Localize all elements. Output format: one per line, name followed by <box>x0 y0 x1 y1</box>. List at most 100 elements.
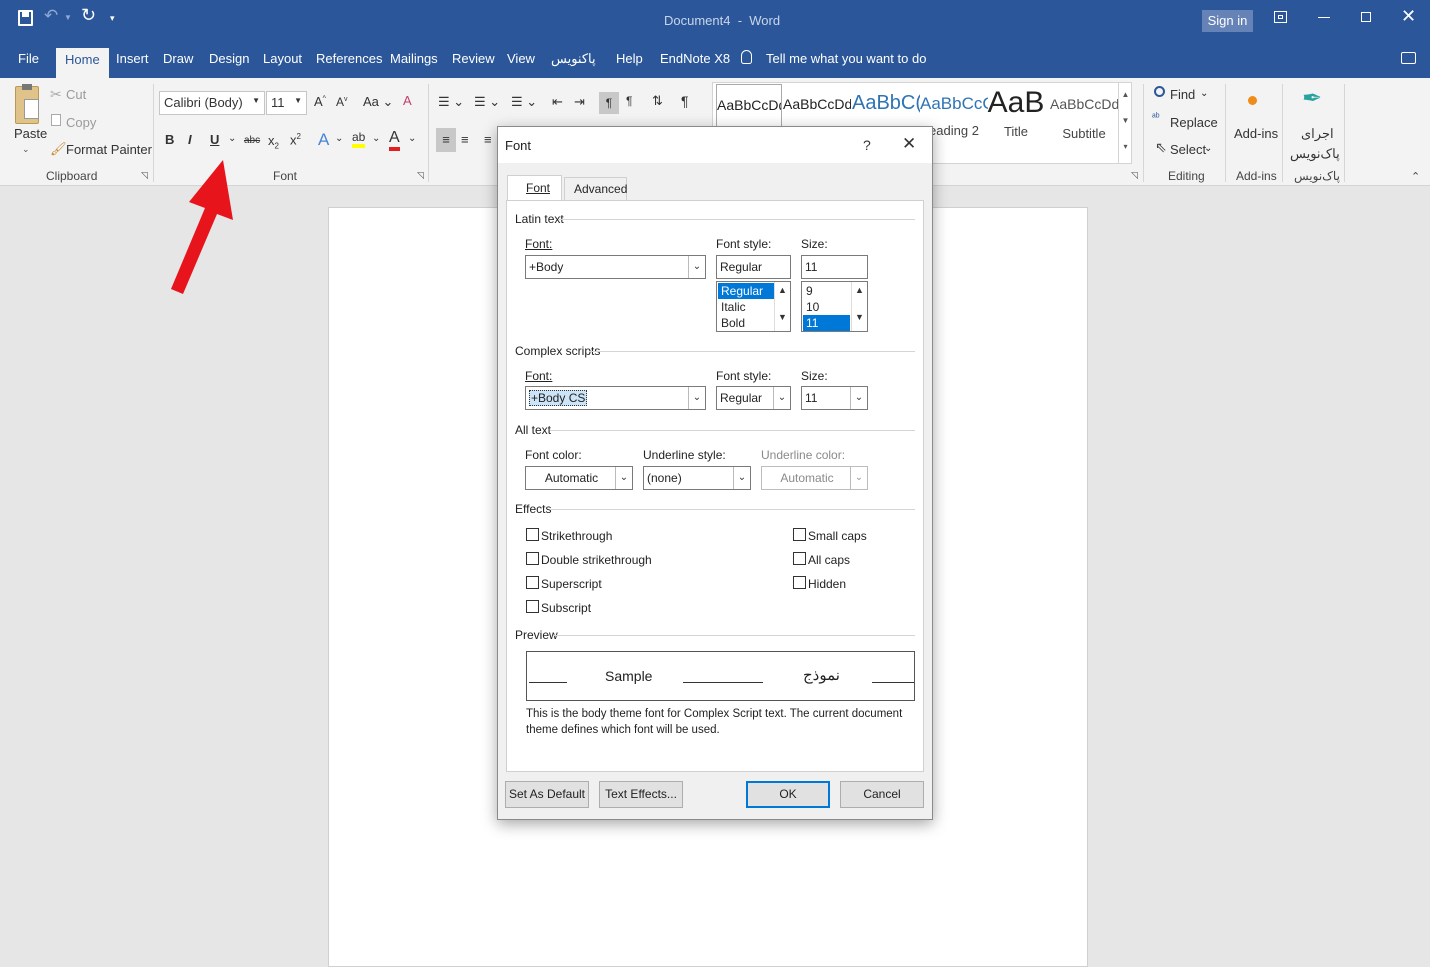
scrollbar[interactable]: ▲ ▼ <box>851 282 867 331</box>
comments-icon[interactable] <box>1401 52 1416 64</box>
small-caps-checkbox[interactable] <box>793 528 806 541</box>
show-marks-icon[interactable]: ¶ <box>681 93 689 109</box>
text-effects-icon[interactable]: A <box>318 130 329 150</box>
style-subtitle[interactable]: AaBbCcDd Subtitle <box>1050 84 1118 162</box>
copy-icon[interactable] <box>51 114 61 126</box>
set-as-default-button[interactable]: Set As Default <box>505 781 589 808</box>
font-name-combo[interactable]: Calibri (Body) ▼ <box>159 91 265 115</box>
latin-style-list[interactable]: Regular Italic Bold ▲ ▼ <box>716 281 791 332</box>
cut-button[interactable]: Cut <box>66 87 86 102</box>
align-right-icon[interactable]: ≡ <box>484 132 492 147</box>
replace-button[interactable]: Replace <box>1170 115 1218 130</box>
paste-button[interactable]: Paste <box>14 126 47 141</box>
shrink-font-icon[interactable]: Av <box>336 95 348 109</box>
cs-font-select[interactable]: +Body CS ⌄ <box>525 386 706 410</box>
tab-mailings[interactable]: Mailings <box>390 51 438 66</box>
tab-paknevis[interactable]: پاکنویس <box>551 51 596 67</box>
tab-file[interactable]: File <box>18 51 39 66</box>
bold-icon[interactable]: B <box>165 132 174 147</box>
paknevis-run-button[interactable]: اجرای <box>1301 126 1334 142</box>
list-item[interactable]: Regular <box>718 283 774 299</box>
tab-design[interactable]: Design <box>209 51 249 66</box>
undo-icon[interactable]: ↶ <box>44 6 58 26</box>
highlight-dropdown-icon[interactable]: ⌄ <box>372 133 380 144</box>
list-item[interactable]: 11 <box>803 315 850 331</box>
minimize-icon[interactable] <box>1318 17 1330 18</box>
double-strikethrough-label[interactable]: Double strikethrough <box>541 553 652 567</box>
latin-size-list[interactable]: 9 10 11 ▲ ▼ <box>801 281 868 332</box>
ribbon-display-options-icon[interactable] <box>1274 11 1287 23</box>
grow-font-icon[interactable]: A^ <box>314 94 326 109</box>
font-color-icon[interactable]: A <box>389 129 400 151</box>
restore-icon[interactable] <box>1361 12 1371 22</box>
clipboard-launcher-icon[interactable]: ◹ <box>141 170 148 181</box>
decrease-indent-icon[interactable]: ⇤ <box>552 94 563 110</box>
chevron-down-icon[interactable]: ⌄ <box>1200 88 1208 99</box>
close-window-icon[interactable]: ✕ <box>1401 6 1416 27</box>
copy-button[interactable]: Copy <box>66 115 96 130</box>
save-icon[interactable] <box>18 10 33 26</box>
font-size-combo[interactable]: 11 ▼ <box>266 91 307 115</box>
superscript-icon[interactable]: x2 <box>290 132 301 147</box>
scrollbar[interactable]: ▲ ▼ <box>774 282 790 331</box>
all-caps-checkbox[interactable] <box>793 552 806 565</box>
numbering-icon[interactable]: ☰ ⌄ <box>474 94 500 110</box>
tab-insert[interactable]: Insert <box>116 51 149 66</box>
bullets-icon[interactable]: ☰ ⌄ <box>438 94 464 110</box>
rtl-icon[interactable]: ¶ <box>626 94 632 108</box>
font-color-select[interactable]: Automatic ⌄ <box>525 466 633 490</box>
select-button[interactable]: Select <box>1170 142 1206 157</box>
sort-icon[interactable]: ⇅ <box>652 93 663 109</box>
cs-style-select[interactable]: Regular ⌄ <box>716 386 791 410</box>
align-center-icon[interactable]: ≡ <box>461 132 469 147</box>
paste-dropdown-icon[interactable]: ⌄ <box>22 144 30 155</box>
format-painter-button[interactable]: Format Painter <box>66 142 152 157</box>
text-effects-button[interactable]: Text Effects... <box>599 781 683 808</box>
ltr-icon[interactable]: ¶ <box>599 92 619 114</box>
latin-font-select[interactable]: +Body ⌄ <box>525 255 706 279</box>
undo-dropdown-icon[interactable]: ▼ <box>64 13 72 22</box>
tab-advanced[interactable]: Advanced <box>564 177 627 200</box>
styles-launcher-icon[interactable]: ◹ <box>1131 170 1138 181</box>
subscript-label[interactable]: Subscript <box>541 601 591 615</box>
small-caps-label[interactable]: Small caps <box>808 529 867 543</box>
strikethrough-label[interactable]: Strikethrough <box>541 529 612 543</box>
italic-icon[interactable]: I <box>188 132 192 147</box>
cs-size-select[interactable]: 11 ⌄ <box>801 386 868 410</box>
highlight-icon[interactable]: ab <box>352 130 366 148</box>
increase-indent-icon[interactable]: ⇥ <box>574 94 585 110</box>
tab-view[interactable]: View <box>507 51 535 66</box>
find-button[interactable]: Find <box>1170 87 1195 102</box>
customize-toolbar-icon[interactable]: ▾ <box>110 13 115 24</box>
tab-layout[interactable]: Layout <box>263 51 302 66</box>
tab-review[interactable]: Review <box>452 51 495 66</box>
redo-icon[interactable]: ↻ <box>81 5 96 26</box>
tab-draw[interactable]: Draw <box>163 51 193 66</box>
cut-icon[interactable]: ✂ <box>50 86 62 103</box>
text-effects-dropdown-icon[interactable]: ⌄ <box>335 133 343 144</box>
paknevis-run-button-line2[interactable]: پاک‌نویس <box>1290 146 1340 162</box>
underline-style-select[interactable]: (none) ⌄ <box>643 466 751 490</box>
hidden-label[interactable]: Hidden <box>808 577 846 591</box>
underline-icon[interactable]: U <box>210 132 219 147</box>
hidden-checkbox[interactable] <box>793 576 806 589</box>
latin-style-input[interactable]: Regular <box>716 255 791 279</box>
multilevel-list-icon[interactable]: ☰ ⌄ <box>511 94 537 110</box>
clear-formatting-icon[interactable]: A <box>403 93 412 108</box>
ok-button[interactable]: OK <box>746 781 830 808</box>
addins-button[interactable]: Add-ins <box>1234 126 1278 141</box>
close-icon[interactable]: ✕ <box>902 134 916 154</box>
sign-in-button[interactable]: Sign in <box>1202 10 1253 32</box>
paste-icon[interactable] <box>15 84 39 124</box>
superscript-label[interactable]: Superscript <box>541 577 602 591</box>
style-title[interactable]: AaB Title <box>982 84 1050 162</box>
tab-font[interactable]: Font <box>507 175 562 201</box>
strikethrough-icon[interactable]: abc <box>244 135 260 146</box>
tab-home[interactable]: Home <box>56 48 109 78</box>
subscript-checkbox[interactable] <box>526 600 539 613</box>
align-left-icon[interactable]: ≡ <box>436 128 456 152</box>
font-dialog-launcher-icon[interactable]: ◹ <box>417 170 424 181</box>
collapse-ribbon-icon[interactable]: ⌃ <box>1411 170 1420 183</box>
help-icon[interactable]: ? <box>863 137 871 153</box>
latin-size-input[interactable]: 11 <box>801 255 868 279</box>
